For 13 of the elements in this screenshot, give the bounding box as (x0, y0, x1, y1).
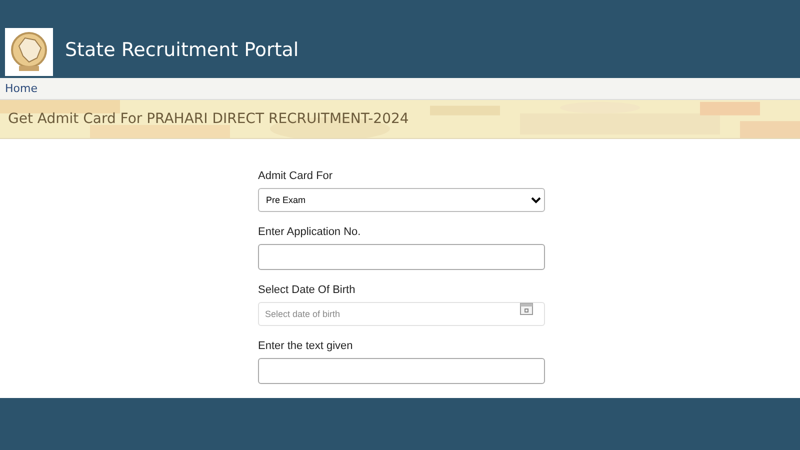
page-heading: Get Admit Card For PRAHARI DIRECT RECRUITMENT-2024 (8, 111, 409, 128)
portal-title: State Recruitment Portal (65, 38, 299, 61)
admit-card-select[interactable]: Pre Exam (258, 188, 545, 212)
home-link[interactable]: Home (5, 82, 38, 95)
field-label: Enter Application No. (258, 226, 362, 238)
field-label: Enter the text given (258, 340, 354, 352)
field-label: Select Date Of Birth (258, 284, 356, 296)
field-label: Admit Card For (258, 170, 334, 182)
text-input-field[interactable] (258, 358, 545, 384)
emblem-icon (5, 28, 53, 76)
text-input-field[interactable] (258, 244, 545, 270)
calendar-icon[interactable] (520, 303, 533, 316)
date-field[interactable]: Select date of birth (258, 302, 545, 326)
